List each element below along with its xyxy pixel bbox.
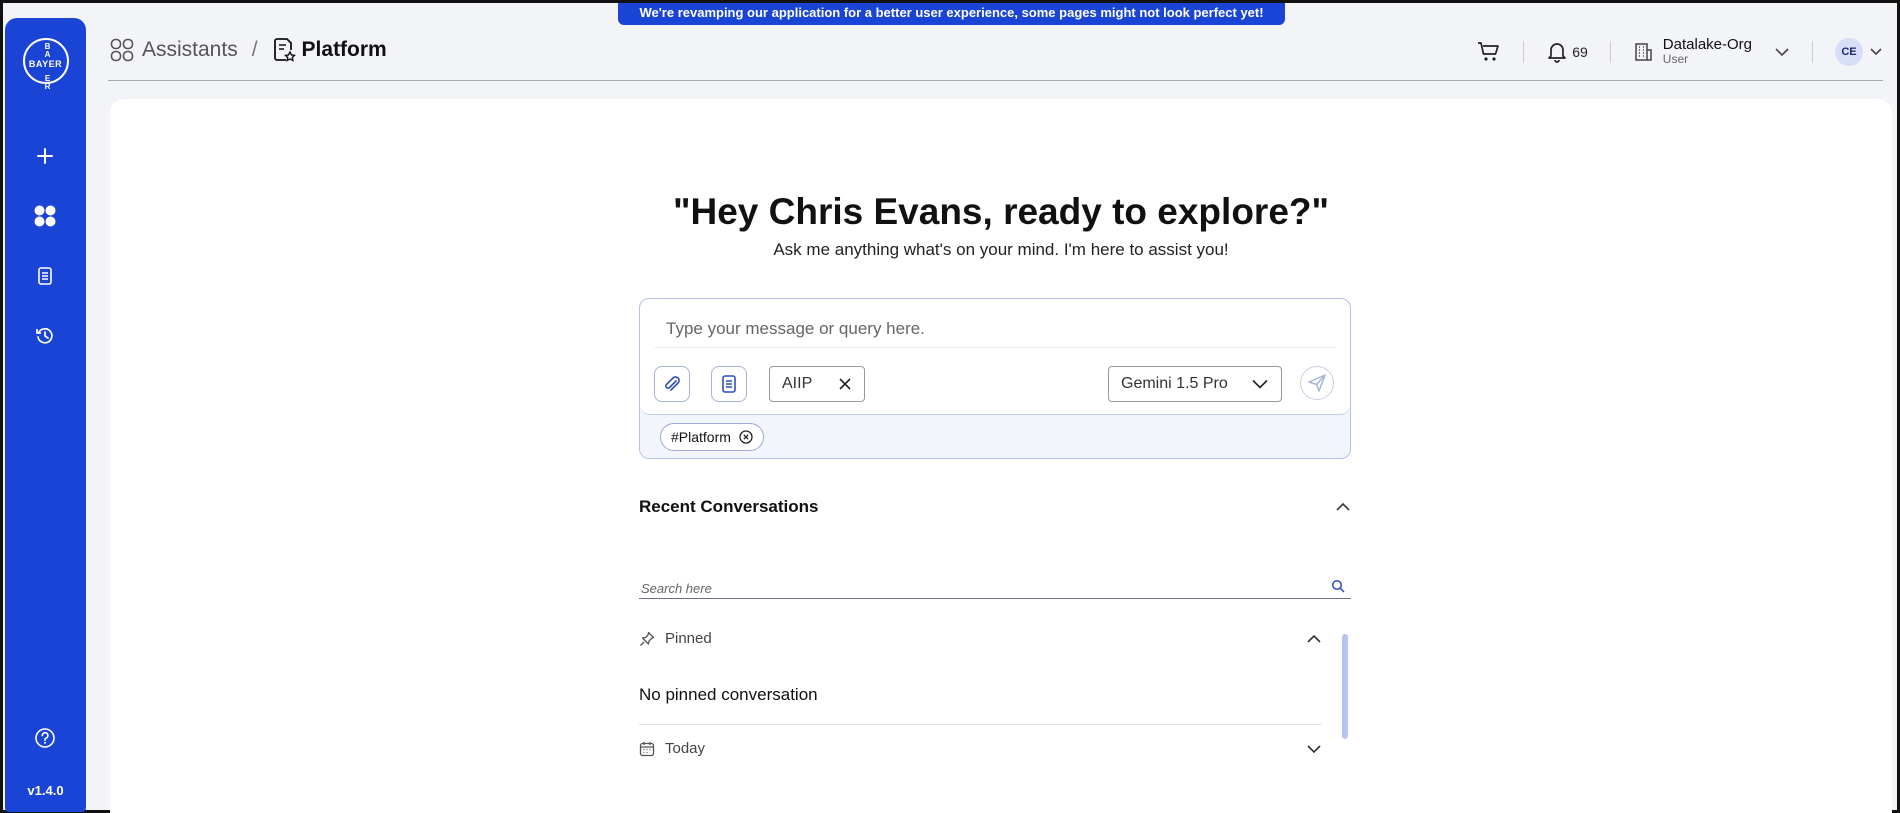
chevron-down-icon <box>1307 744 1321 753</box>
send-icon <box>1308 374 1326 392</box>
search-input[interactable] <box>639 577 1299 596</box>
recent-conversations-title: Recent Conversations <box>639 497 819 516</box>
pinned-empty-message: No pinned conversation <box>639 685 818 704</box>
chevron-up-icon <box>1307 634 1321 643</box>
conversation-search <box>639 577 1351 599</box>
selected-context-chip: AIIP <box>769 366 865 402</box>
chevron-down-icon <box>1775 48 1789 57</box>
search-icon[interactable] <box>1331 579 1345 593</box>
announcement-banner: We're revamping our application for a be… <box>618 3 1285 25</box>
greeting-subtitle: Ask me anything what's on your mind. I'm… <box>773 240 1229 259</box>
logo-vertical-text: BAER <box>44 42 51 91</box>
assistants-grid-icon <box>34 205 56 227</box>
building-icon <box>1635 43 1652 61</box>
documents-nav-button[interactable] <box>25 256 65 296</box>
breadcrumb: Assistants / Platform <box>110 37 387 63</box>
today-group-header[interactable]: Today <box>639 740 1322 757</box>
greeting-heading: "Hey Chris Evans, ready to explore?" <box>672 191 1330 232</box>
sidebar: BAYER BAER v1.4.0 <box>5 18 86 812</box>
model-select-value: Gemini 1.5 Pro <box>1121 375 1228 392</box>
document-star-icon <box>273 38 296 62</box>
assistants-nav-button[interactable] <box>25 196 65 236</box>
chevron-down-icon <box>1870 48 1882 56</box>
page-title: Platform <box>301 38 387 61</box>
org-selector[interactable]: Datalake-Org User <box>1633 37 1790 67</box>
remove-circle-icon[interactable] <box>739 430 753 444</box>
paperclip-icon <box>665 376 680 391</box>
header-actions: 69 Datalake-Org User CE <box>1477 35 1883 69</box>
assistant-tag: #Platform <box>660 423 764 451</box>
help-icon <box>35 728 55 748</box>
pin-icon <box>640 631 655 646</box>
chip-label: AIIP <box>782 375 813 392</box>
notifications-button[interactable]: 69 <box>1546 41 1588 63</box>
recent-conversations-header[interactable]: Recent Conversations <box>639 497 1351 517</box>
pinned-label: Pinned <box>665 630 712 647</box>
notifications-count: 69 <box>1572 44 1588 60</box>
header-divider <box>1523 41 1525 63</box>
close-icon[interactable] <box>838 377 852 391</box>
breadcrumb-separator: / <box>251 38 258 61</box>
pinned-group-header[interactable]: Pinned <box>639 630 1322 647</box>
bell-icon <box>1548 43 1567 63</box>
document-icon <box>38 267 52 285</box>
org-name: Datalake-Org <box>1662 36 1752 53</box>
app-version: v1.4.0 <box>27 783 64 798</box>
header-divider <box>1812 41 1813 63</box>
message-input[interactable] <box>654 310 1336 348</box>
apps-grid-icon <box>110 38 134 62</box>
top-header: Assistants / Platform 69 Datalake-Org Us… <box>108 29 1883 81</box>
conversation-scrollbar[interactable] <box>1342 634 1348 739</box>
document-button[interactable] <box>711 366 747 402</box>
model-select[interactable]: Gemini 1.5 Pro <box>1108 366 1282 402</box>
cart-button[interactable] <box>1477 41 1501 63</box>
breadcrumb-assistants-label: Assistants <box>142 38 238 61</box>
document-icon <box>722 375 736 393</box>
message-composer: AIIP Gemini 1.5 Pro #Platform <box>639 298 1351 459</box>
history-nav-button[interactable] <box>25 316 65 356</box>
header-divider <box>1609 41 1611 63</box>
main-content: "Hey Chris Evans, ready to explore?" Ask… <box>110 99 1892 813</box>
help-button[interactable] <box>25 718 65 758</box>
calendar-icon <box>639 741 655 756</box>
breadcrumb-assistants[interactable]: Assistants <box>110 38 238 62</box>
user-menu[interactable]: CE <box>1835 38 1883 66</box>
send-button[interactable] <box>1300 366 1334 400</box>
composer-input-area: AIIP Gemini 1.5 Pro <box>640 299 1350 415</box>
breadcrumb-current: Platform <box>272 37 387 63</box>
avatar: CE <box>1835 38 1863 66</box>
cart-icon <box>1478 42 1500 61</box>
assistant-tag-label: #Platform <box>671 429 731 445</box>
new-chat-button[interactable] <box>25 136 65 176</box>
history-icon <box>36 327 53 344</box>
chevron-down-icon <box>1252 379 1268 389</box>
today-label: Today <box>665 740 706 757</box>
bayer-logo[interactable]: BAYER BAER <box>22 38 69 91</box>
org-role: User <box>1662 52 1689 66</box>
plus-icon <box>37 148 53 164</box>
chevron-up-icon[interactable] <box>1335 502 1351 512</box>
attach-button[interactable] <box>654 366 690 402</box>
group-divider <box>639 724 1322 725</box>
